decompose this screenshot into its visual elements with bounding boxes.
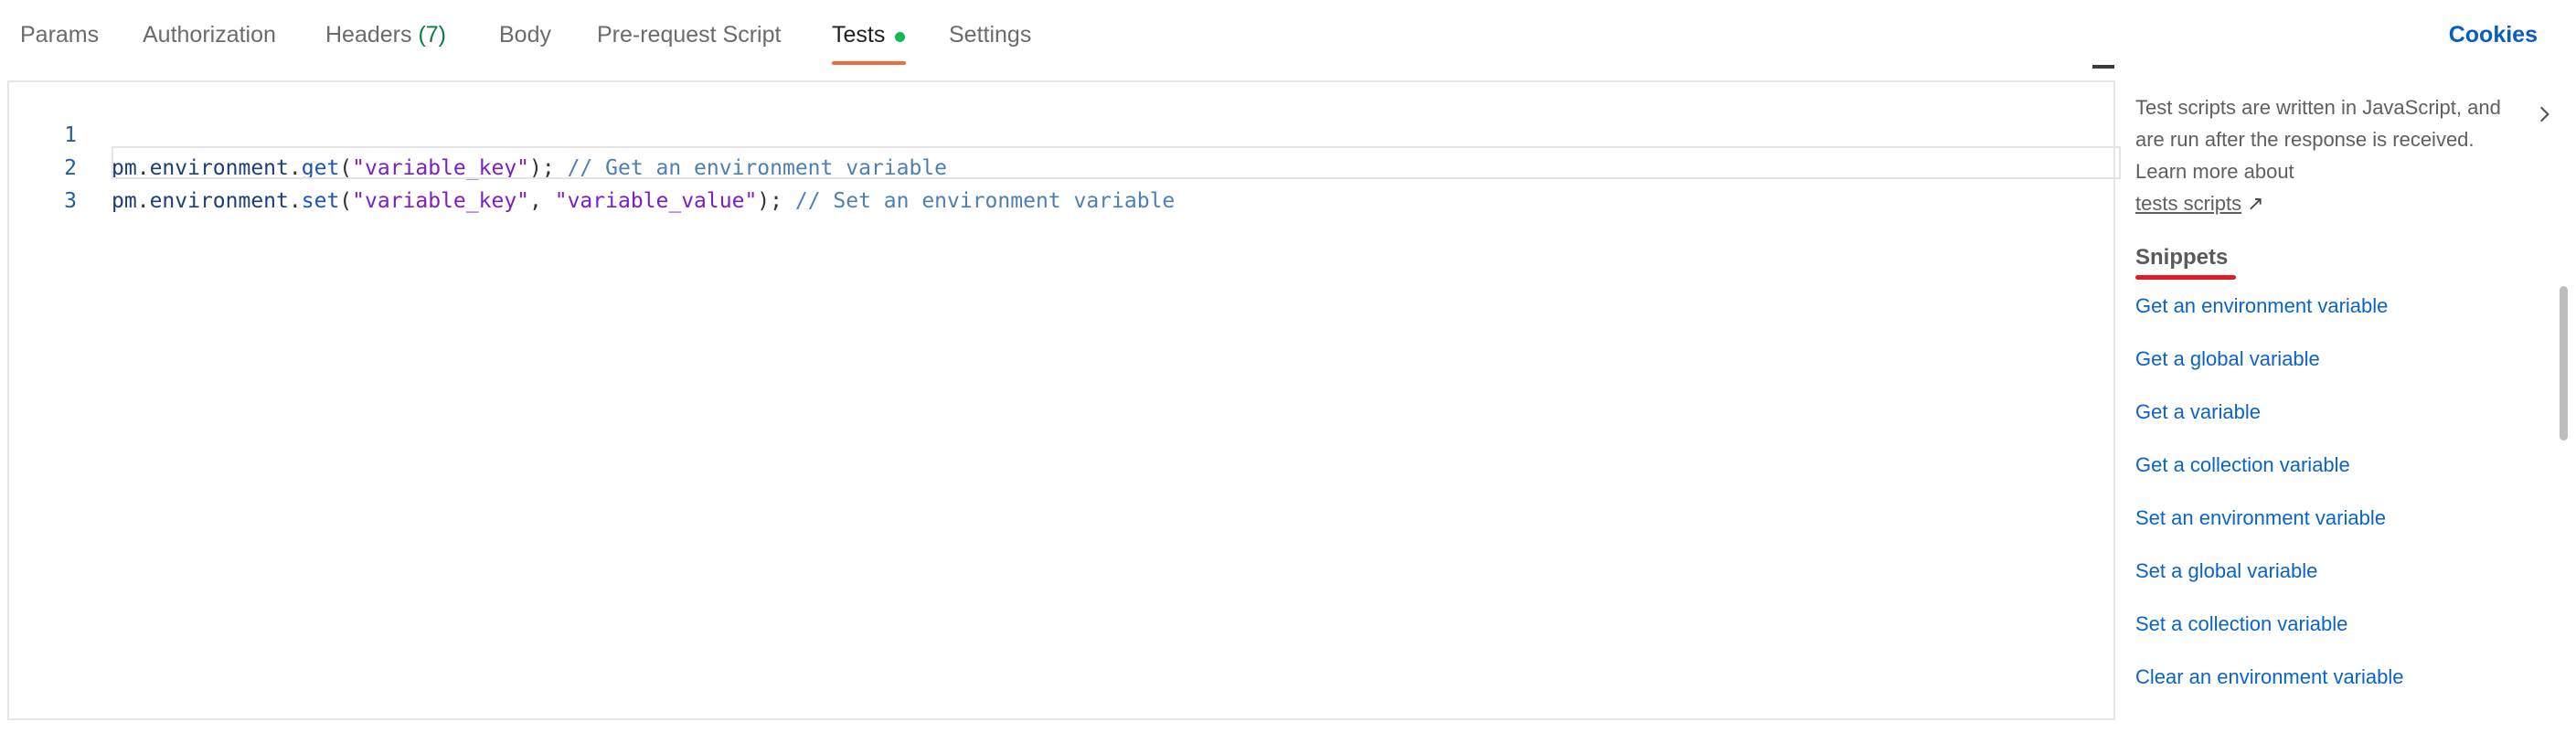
tab-headers[interactable]: Headers (7) bbox=[325, 22, 446, 48]
snippet-link[interactable]: Set a global variable bbox=[2135, 559, 2317, 583]
snippet-link[interactable]: Get a variable bbox=[2135, 400, 2261, 424]
tests-status-dot-icon bbox=[895, 32, 905, 42]
request-tab-bar: Params Authorization Headers (7) Body Pr… bbox=[0, 0, 2576, 73]
external-link-icon: ↗ bbox=[2247, 192, 2264, 215]
tests-description-text: Test scripts are written in JavaScript, … bbox=[2135, 96, 2501, 183]
tab-body[interactable]: Body bbox=[499, 22, 551, 48]
tab-headers-count: (7) bbox=[418, 22, 447, 48]
side-panel-scrollbar-thumb[interactable] bbox=[2560, 286, 2568, 441]
snippet-link[interactable]: Get a global variable bbox=[2135, 347, 2320, 371]
tab-params[interactable]: Params bbox=[20, 22, 99, 48]
snippet-link[interactable]: Clear an environment variable bbox=[2135, 665, 2404, 689]
tab-settings[interactable]: Settings bbox=[949, 22, 1031, 48]
code-text: pm.environment.set("variable_key", "vari… bbox=[112, 189, 1176, 213]
active-tab-indicator bbox=[832, 61, 906, 65]
snippet-link[interactable]: Get an environment variable bbox=[2135, 294, 2388, 318]
tab-pre-request-script[interactable]: Pre-request Script bbox=[597, 22, 781, 48]
tests-scripts-link[interactable]: tests scripts bbox=[2135, 192, 2241, 215]
cookies-link[interactable]: Cookies bbox=[2449, 22, 2538, 48]
snippets-heading: Snippets bbox=[2135, 245, 2229, 270]
snippet-link[interactable]: Set an environment variable bbox=[2135, 506, 2386, 530]
chevron-right-icon[interactable] bbox=[2532, 102, 2556, 126]
tests-description: Test scripts are written in JavaScript, … bbox=[2135, 91, 2519, 219]
overview-ruler-marker bbox=[2092, 65, 2114, 69]
code-line: 1 pm.environment.get("variable_key"); //… bbox=[9, 86, 2097, 180]
snippet-link[interactable]: Get a collection variable bbox=[2135, 453, 2350, 477]
tab-authorization[interactable]: Authorization bbox=[143, 22, 276, 48]
tab-headers-label: Headers bbox=[325, 22, 412, 48]
tab-tests[interactable]: Tests bbox=[832, 22, 885, 48]
snippets-heading-underline bbox=[2135, 275, 2236, 280]
cursor-line-highlight[interactable] bbox=[112, 146, 2121, 179]
snippet-link[interactable]: Set a collection variable bbox=[2135, 612, 2347, 636]
test-script-editor[interactable]: 1 pm.environment.get("variable_key"); //… bbox=[7, 80, 2121, 720]
line-number: 3 bbox=[64, 189, 77, 213]
